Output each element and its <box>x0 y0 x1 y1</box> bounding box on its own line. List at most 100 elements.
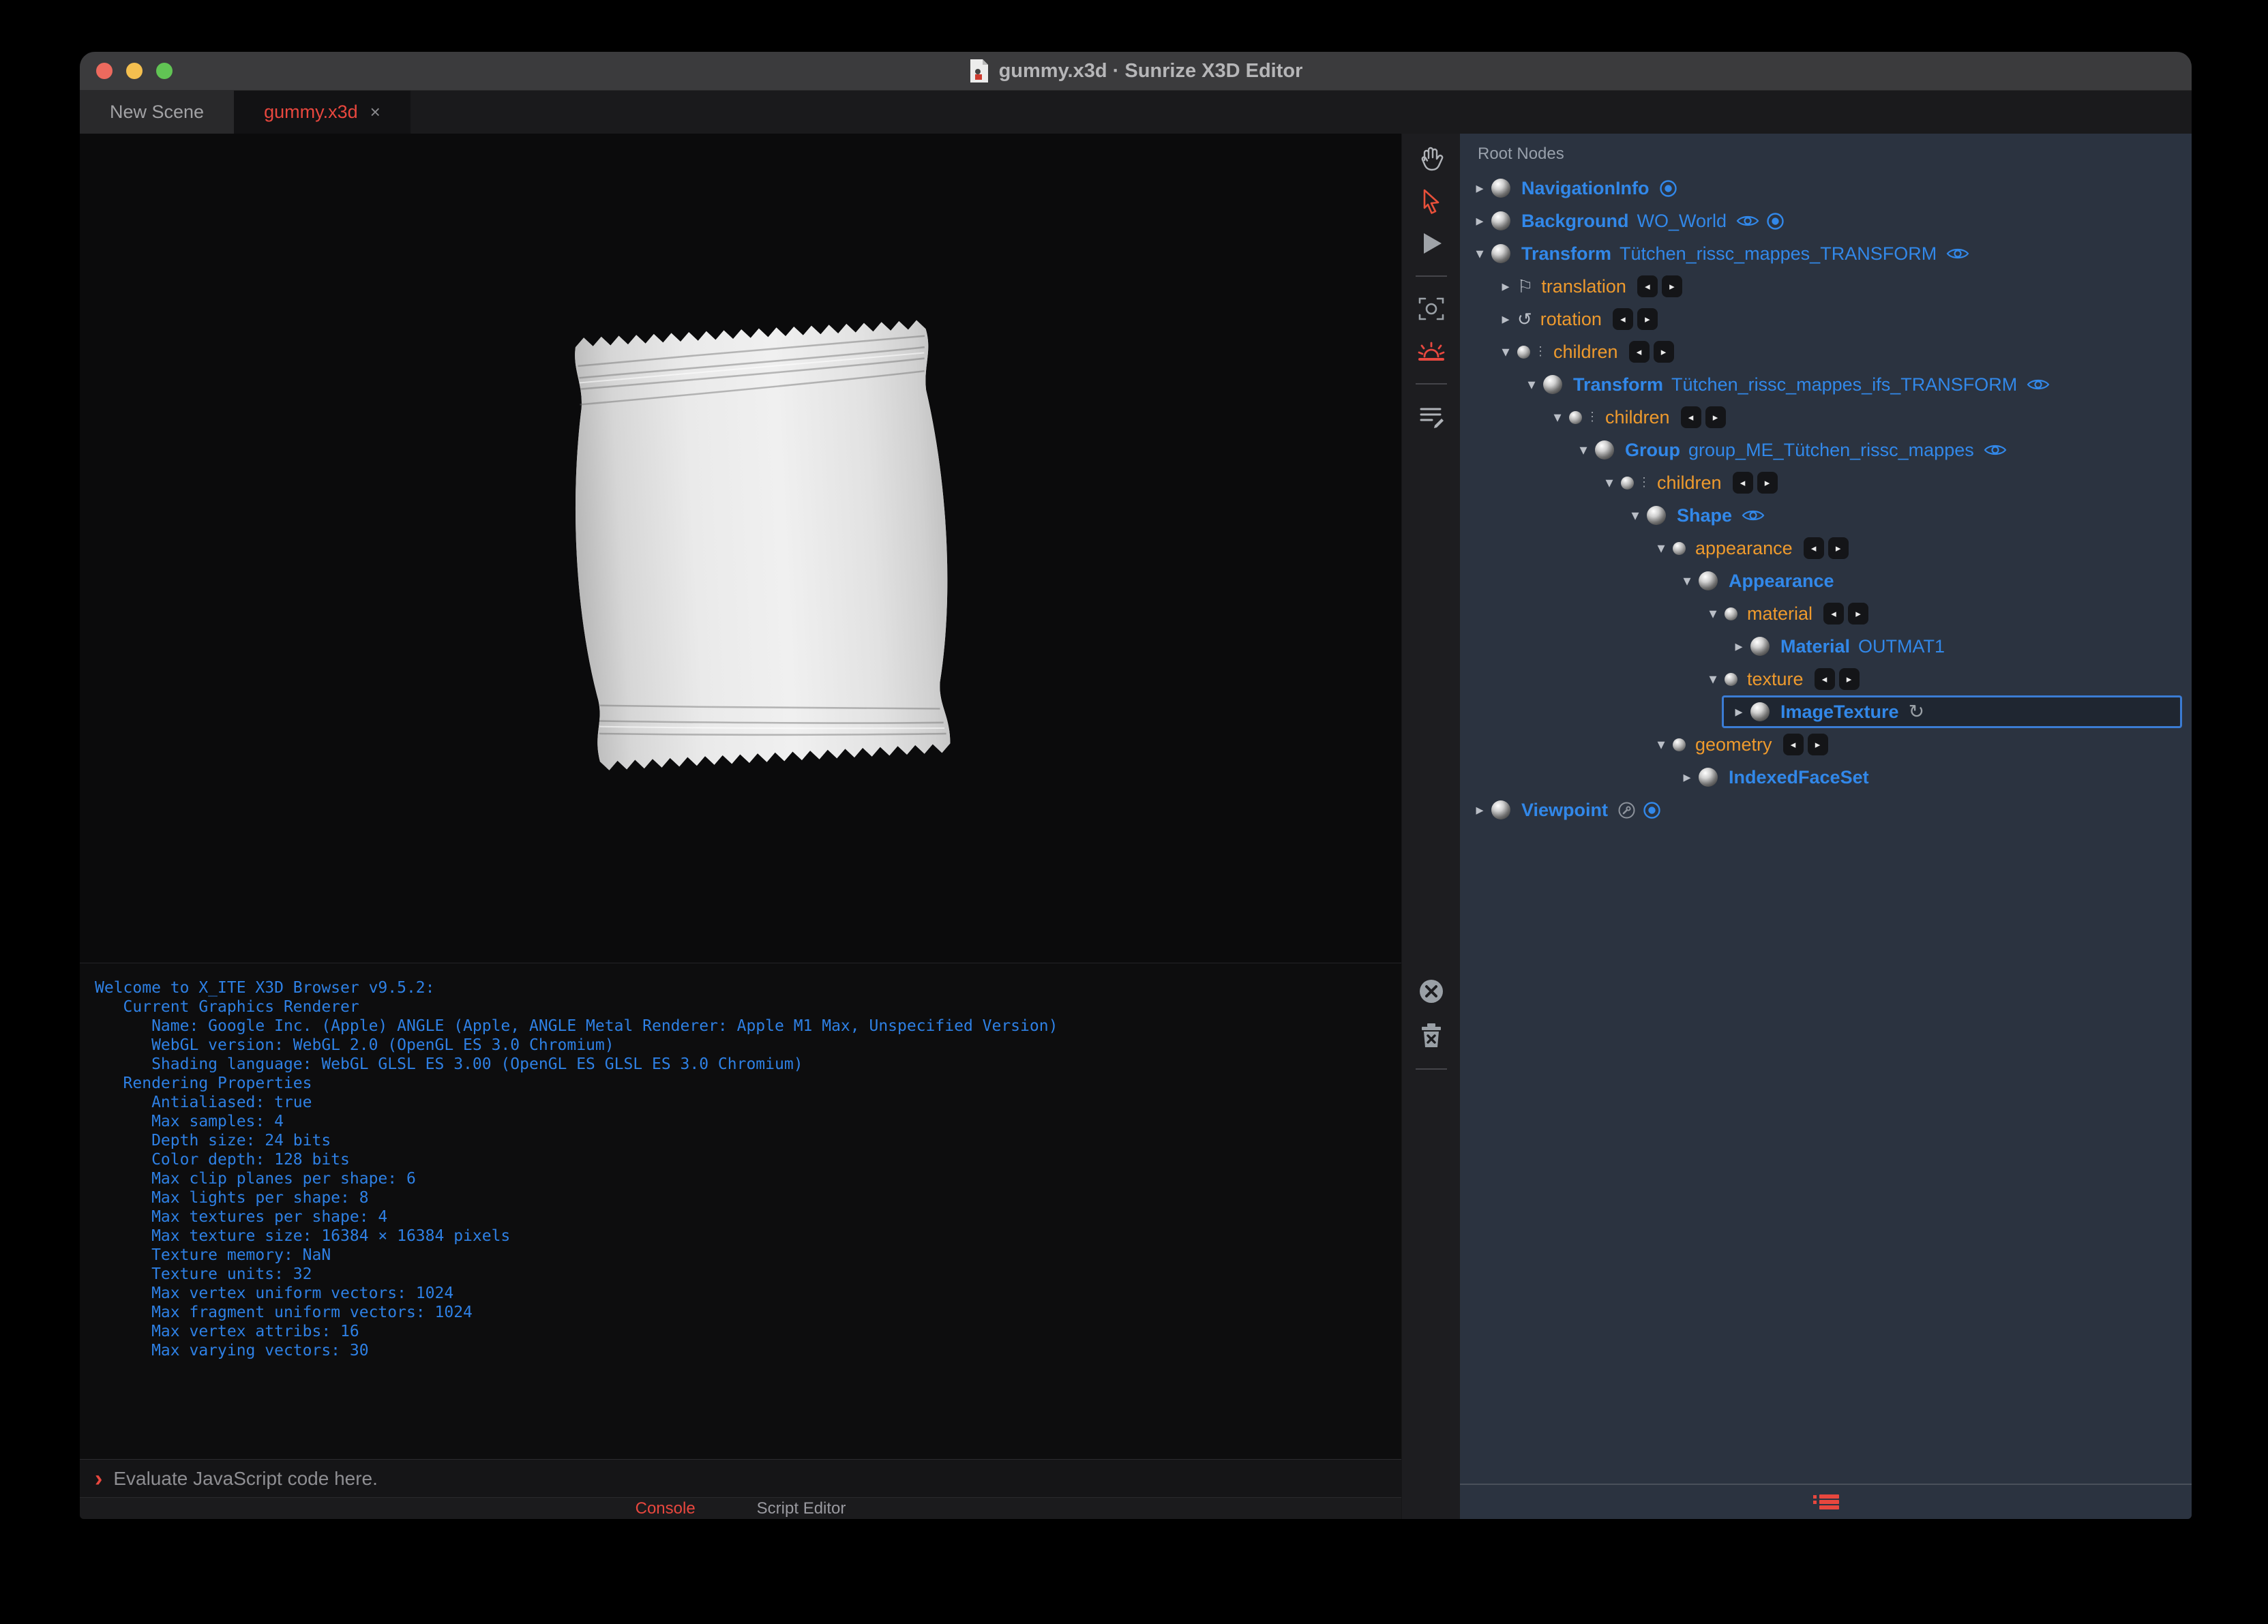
outline-field-material[interactable]: ▾ material ◂ ▸ <box>1460 597 2192 630</box>
field-name-label: children <box>1553 341 1618 362</box>
route-output-icon[interactable]: ▸ <box>1807 734 1828 755</box>
route-input-icon[interactable]: ◂ <box>1814 668 1835 690</box>
expander-arrow-icon[interactable]: ▸ <box>1494 277 1517 295</box>
expander-arrow-icon[interactable]: ▾ <box>1494 343 1517 361</box>
route-output-icon[interactable]: ▸ <box>1757 472 1778 494</box>
expander-arrow-icon[interactable]: ▸ <box>1727 703 1750 721</box>
expander-arrow-icon[interactable]: ▾ <box>1650 539 1673 557</box>
route-output-icon[interactable]: ▸ <box>1653 341 1674 363</box>
node-sphere-icon <box>1595 440 1614 460</box>
tab-script-editor[interactable]: Script Editor <box>757 1499 846 1518</box>
expander-arrow-icon[interactable]: ▾ <box>1675 572 1699 590</box>
node-type-label: Transform <box>1573 374 1664 395</box>
outline-field-texture[interactable]: ▾ texture ◂ ▸ <box>1460 663 2192 695</box>
visibility-eye-icon[interactable] <box>1736 213 1759 228</box>
edit-tool-wrench-icon[interactable] <box>1617 801 1636 819</box>
row-status-icons <box>1659 179 1677 198</box>
viewframe-camera-icon[interactable] <box>1416 293 1447 325</box>
outline-node-Viewpoint[interactable]: ▸ Viewpoint <box>1460 794 2192 826</box>
list-view-icon[interactable] <box>1812 1492 1839 1512</box>
expander-arrow-icon[interactable]: ▸ <box>1468 179 1491 197</box>
outline-node-Background[interactable]: ▸ Background WO_World <box>1460 205 2192 237</box>
bound-indicator-icon[interactable] <box>1766 212 1785 230</box>
outline-node-Transform[interactable]: ▾ Transform Tütchen_rissc_mappes_ifs_TRANS… <box>1460 368 2192 401</box>
console-line: Max clip planes per shape: 6 <box>95 1170 416 1188</box>
console-line: Color depth: 128 bits <box>95 1151 350 1169</box>
route-input-icon[interactable]: ◂ <box>1732 472 1753 494</box>
visibility-eye-icon[interactable] <box>1946 246 1969 261</box>
bound-indicator-icon[interactable] <box>1659 179 1677 198</box>
outline-node-IndexedFaceSet[interactable]: ▸ IndexedFaceSet <box>1460 761 2192 794</box>
tab-gummy-x3d[interactable]: gummy.x3d × <box>234 91 411 134</box>
outline-node-Group[interactable]: ▾ Group group_ME_Tütchen_rissc_mappes <box>1460 434 2192 466</box>
titlebar[interactable]: gummy.x3d · Sunrize X3D Editor <box>80 52 2192 91</box>
route-output-icon[interactable]: ▸ <box>1661 275 1682 297</box>
outline-field-geometry[interactable]: ▾ geometry ◂ ▸ <box>1460 728 2192 761</box>
expander-arrow-icon[interactable]: ▾ <box>1701 605 1725 622</box>
outline-tree: ▸ NavigationInfo ▸ Background WO_World ▾ Trans… <box>1460 172 2192 826</box>
outline-field-translation[interactable]: ▸ ⚐ translation ◂ ▸ <box>1460 270 2192 303</box>
script-edit-icon[interactable] <box>1416 401 1447 432</box>
visibility-eye-icon[interactable] <box>1742 508 1765 523</box>
outline-node-Material[interactable]: ▸ Material OUTMAT1 <box>1460 630 2192 663</box>
expander-arrow-icon[interactable]: ▸ <box>1468 212 1491 230</box>
route-output-icon[interactable]: ▸ <box>1705 406 1726 428</box>
pan-hand-icon[interactable] <box>1416 143 1447 175</box>
visibility-eye-icon[interactable] <box>1984 442 2007 457</box>
console-output[interactable]: Welcome to X_ITE X3D Browser v9.5.2: Cur… <box>80 963 1401 1459</box>
expander-arrow-icon[interactable]: ▸ <box>1675 768 1699 786</box>
outline-node-Transform[interactable]: ▾ Transform Tütchen_rissc_mappes_TRANSFORM <box>1460 237 2192 270</box>
route-output-icon[interactable]: ▸ <box>1637 308 1658 330</box>
expander-arrow-icon[interactable]: ▾ <box>1650 736 1673 753</box>
route-input-icon[interactable]: ◂ <box>1782 734 1804 755</box>
outline-node-ImageTexture[interactable]: ▸ ImageTexture ↻ <box>1722 695 2182 728</box>
select-arrow-icon[interactable] <box>1416 185 1447 217</box>
node-def-name: WO_World <box>1637 210 1727 231</box>
viewport-3d[interactable] <box>80 134 1401 963</box>
expander-arrow-icon[interactable]: ▾ <box>1598 474 1621 492</box>
expander-arrow-icon[interactable]: ▸ <box>1727 637 1750 655</box>
route-output-icon[interactable]: ▸ <box>1838 668 1860 690</box>
row-status-icons <box>1742 508 1765 523</box>
outline-field-rotation[interactable]: ▸ ↺ rotation ◂ ▸ <box>1460 303 2192 335</box>
expander-arrow-icon[interactable]: ▾ <box>1572 441 1595 459</box>
route-input-icon[interactable]: ◂ <box>1823 603 1845 625</box>
visibility-eye-icon[interactable] <box>2027 377 2050 392</box>
route-connectors: ◂ ▸ <box>1782 734 1828 755</box>
expander-arrow-icon[interactable]: ▸ <box>1468 801 1491 819</box>
expander-arrow-icon[interactable]: ▾ <box>1701 670 1725 688</box>
zoom-window-button[interactable] <box>156 63 173 79</box>
play-icon[interactable] <box>1416 228 1447 259</box>
field-sphere-icon <box>1725 672 1737 686</box>
outline-field-children[interactable]: ▾ ⋮ children ◂ ▸ <box>1460 401 2192 434</box>
js-prompt[interactable]: › Evaluate JavaScript code here. <box>80 1459 1401 1497</box>
tab-console[interactable]: Console <box>636 1499 696 1518</box>
expander-arrow-icon[interactable]: ▾ <box>1468 245 1491 262</box>
route-input-icon[interactable]: ◂ <box>1612 308 1633 330</box>
minimize-window-button[interactable] <box>126 63 143 79</box>
texture-reload-icon[interactable]: ↻ <box>1909 702 1924 721</box>
expander-arrow-icon[interactable]: ▾ <box>1624 507 1647 524</box>
route-output-icon[interactable]: ▸ <box>1848 603 1869 625</box>
bound-indicator-icon[interactable] <box>1643 801 1661 819</box>
tab-close-icon[interactable]: × <box>370 102 381 123</box>
trash-icon[interactable] <box>1416 1019 1447 1051</box>
outline-node-NavigationInfo[interactable]: ▸ NavigationInfo <box>1460 172 2192 205</box>
route-input-icon[interactable]: ◂ <box>1680 406 1701 428</box>
outline-field-children[interactable]: ▾ ⋮ children ◂ ▸ <box>1460 466 2192 499</box>
expander-arrow-icon[interactable]: ▾ <box>1520 376 1543 393</box>
expander-arrow-icon[interactable]: ▸ <box>1494 310 1517 328</box>
route-output-icon[interactable]: ▸ <box>1827 537 1849 559</box>
route-input-icon[interactable]: ◂ <box>1803 537 1824 559</box>
outline-node-Shape[interactable]: ▾ Shape <box>1460 499 2192 532</box>
route-input-icon[interactable]: ◂ <box>1637 275 1658 297</box>
tab-new-scene[interactable]: New Scene <box>80 91 235 134</box>
route-input-icon[interactable]: ◂ <box>1628 341 1650 363</box>
sunrise-icon[interactable] <box>1416 335 1447 367</box>
outline-field-appearance[interactable]: ▾ appearance ◂ ▸ <box>1460 532 2192 565</box>
close-window-button[interactable] <box>96 63 113 79</box>
console-clear-icon[interactable] <box>1416 976 1447 1007</box>
outline-node-Appearance[interactable]: ▾ Appearance <box>1460 565 2192 597</box>
expander-arrow-icon[interactable]: ▾ <box>1546 408 1569 426</box>
outline-field-children[interactable]: ▾ ⋮ children ◂ ▸ <box>1460 335 2192 368</box>
